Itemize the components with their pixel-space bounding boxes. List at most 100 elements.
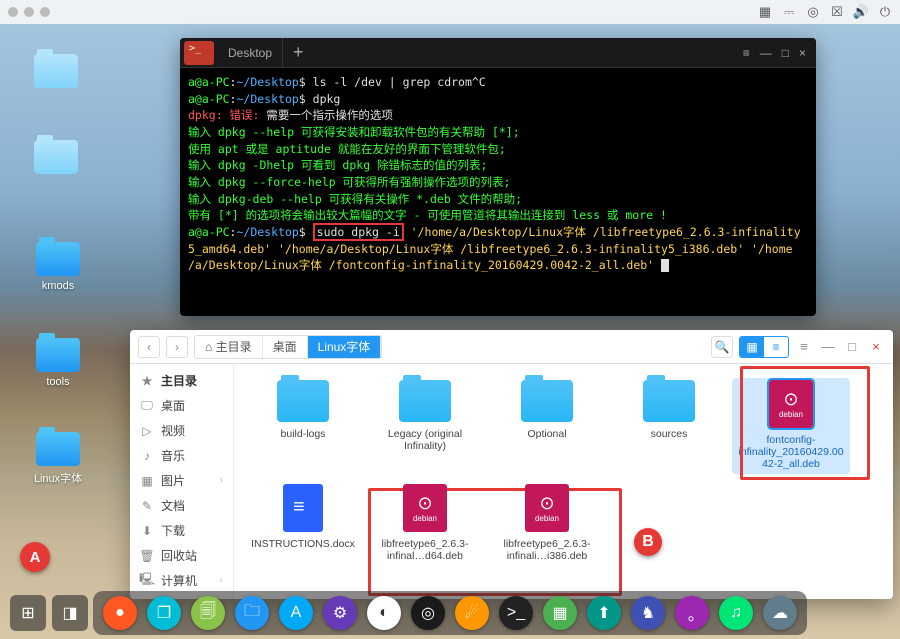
traffic-red[interactable] — [8, 7, 18, 17]
dock-app[interactable]: ❐ — [147, 596, 181, 630]
desktop-icon[interactable]: tools — [30, 338, 86, 388]
dock-app[interactable]: ▦ — [543, 596, 577, 630]
terminal-new-tab[interactable]: + — [283, 42, 314, 63]
sidebar-label: 视频 — [161, 422, 185, 439]
tray-usb-icon[interactable]: ⎓ — [782, 5, 796, 19]
traffic-yellow[interactable] — [24, 7, 34, 17]
tray: ▦ ⎓ ◎ ☒ 🔊 ⏻ — [758, 5, 892, 19]
terminal-tab[interactable]: Desktop — [218, 38, 283, 67]
terminal-menu-button[interactable]: ≡ — [743, 46, 750, 60]
sidebar-item[interactable]: ♪音乐 — [130, 443, 233, 468]
desktop-icon[interactable] — [28, 140, 84, 178]
breadcrumb-item[interactable]: 桌面 — [263, 336, 308, 358]
annotation-badge-b: B — [634, 528, 662, 556]
folder-icon — [277, 380, 329, 422]
file-item[interactable]: Optional — [488, 378, 606, 474]
nav-forward-button[interactable]: › — [166, 336, 188, 358]
sidebar-item[interactable]: ▷视频 — [130, 418, 233, 443]
fm-minimize-button[interactable]: — — [819, 338, 837, 356]
breadcrumb-item[interactable]: ⌂ 主目录 — [195, 336, 263, 358]
search-button[interactable]: 🔍 — [711, 336, 733, 358]
annotation-badge-a: A — [20, 542, 50, 572]
view-toggle: ▦ ≡ — [739, 336, 789, 358]
dock-app[interactable]: ◐ — [367, 596, 401, 630]
tray-sound-icon[interactable]: 🔊 — [854, 5, 868, 19]
file-manager-window: ‹ › ⌂ 主目录桌面Linux字体 🔍 ▦ ≡ ≡ — □ × ★主目录🖵桌面… — [130, 330, 893, 599]
desktop-icon[interactable] — [28, 54, 84, 92]
file-label: Legacy (original Infinality) — [370, 428, 480, 452]
sidebar-item[interactable]: 🖵 桌面 — [130, 393, 233, 418]
document-icon — [283, 484, 323, 532]
fm-grid[interactable]: B build-logs Legacy (original Infinality)… — [234, 364, 893, 599]
sidebar-label: 主目录 — [161, 372, 197, 389]
desktop-icon[interactable]: kmods — [30, 242, 86, 292]
sidebar-label: 文档 — [161, 497, 185, 514]
dock-app[interactable]: A — [279, 596, 313, 630]
dock-app[interactable]: ♫ — [719, 596, 753, 630]
terminal-close-button[interactable]: × — [799, 46, 806, 60]
folder-icon — [36, 242, 80, 276]
terminal-maximize-button[interactable]: □ — [782, 46, 789, 60]
sidebar-item[interactable]: ★ 主目录 — [130, 368, 233, 393]
view-list-button[interactable]: ≡ — [764, 337, 788, 357]
view-grid-button[interactable]: ▦ — [740, 337, 764, 357]
tray-grid-icon[interactable]: ▦ — [758, 5, 772, 19]
dock-app[interactable]: ☄ — [455, 596, 489, 630]
sidebar-item[interactable]: ⬇下载 — [130, 518, 233, 543]
deb-package-icon — [403, 484, 447, 532]
tray-power-icon[interactable]: ⏻ — [878, 5, 892, 19]
dock-app[interactable]: ☁ — [763, 596, 797, 630]
sidebar-icon: ▦ — [140, 474, 154, 488]
dock-app[interactable]: ⚙ — [323, 596, 357, 630]
sidebar-label: 计算机 — [161, 572, 197, 589]
terminal-tabbar: Desktop + ≡ — □ × — [180, 38, 816, 68]
dock-app[interactable]: ⬆ — [587, 596, 621, 630]
sidebar-icon: ★ — [140, 374, 154, 388]
fm-maximize-button[interactable]: □ — [843, 338, 861, 356]
launcher-apps-button[interactable]: ⊞ — [10, 595, 46, 631]
file-label: build-logs — [248, 428, 358, 440]
file-item[interactable]: Legacy (original Infinality) — [366, 378, 484, 474]
tray-target-icon[interactable]: ◎ — [806, 5, 820, 19]
folder-icon — [643, 380, 695, 422]
fm-sidebar: ★ 主目录 🖵 桌面 ▷视频♪音乐▦图片›✎文档⬇下载 🗑 回收站 🖳计算机› — [130, 364, 234, 599]
desktop-icon[interactable]: Linux字体 — [30, 432, 86, 486]
traffic-green[interactable] — [40, 7, 50, 17]
dock-app[interactable]: 🗀 — [235, 596, 269, 630]
terminal-body[interactable]: a@a-PC:~/Desktop$ ls -l /dev | grep cdro… — [180, 68, 816, 280]
fm-close-button[interactable]: × — [867, 338, 885, 356]
sidebar-item[interactable]: ▦图片› — [130, 468, 233, 493]
launcher-workspaces-button[interactable]: ◨ — [52, 595, 88, 631]
dock-app[interactable]: ● — [103, 596, 137, 630]
breadcrumb-item[interactable]: Linux字体 — [308, 336, 382, 358]
folder-icon — [36, 338, 80, 372]
dock: ● ❐ 🗐 🗀 A ⚙ ◐ ◎ ☄ >_ ▦ ⬆ ♞ ｡ ♫ ☁ — [93, 591, 807, 635]
sidebar-item[interactable]: 🖳计算机› — [130, 568, 233, 593]
dock-app[interactable]: ｡ — [675, 596, 709, 630]
dock-app[interactable]: ◎ — [411, 596, 445, 630]
sidebar-item[interactable]: 🗑 回收站 — [130, 543, 233, 568]
file-item[interactable]: sources — [610, 378, 728, 474]
sidebar-label: 回收站 — [161, 547, 197, 564]
folder-icon — [399, 380, 451, 422]
window-traffic-lights — [8, 7, 50, 17]
file-label: sources — [614, 428, 724, 440]
file-item[interactable]: INSTRUCTIONS.docx — [244, 482, 362, 578]
sidebar-icon: ⬇ — [140, 524, 154, 538]
chevron-right-icon: › — [220, 475, 223, 486]
terminal-app-icon — [184, 41, 214, 65]
sidebar-item[interactable]: ✎文档 — [130, 493, 233, 518]
dock-app[interactable]: ♞ — [631, 596, 665, 630]
fm-menu-button[interactable]: ≡ — [795, 338, 813, 356]
sidebar-label: 桌面 — [161, 397, 185, 414]
sidebar-icon: 🖵 — [140, 399, 154, 413]
dock-app[interactable]: >_ — [499, 596, 533, 630]
dock-app[interactable]: 🗐 — [191, 596, 225, 630]
terminal-minimize-button[interactable]: — — [760, 46, 772, 60]
file-item[interactable]: build-logs — [244, 378, 362, 474]
terminal-window: Desktop + ≡ — □ × a@a-PC:~/Desktop$ ls -… — [180, 38, 816, 316]
desktop-icon-label: Linux字体 — [30, 470, 86, 486]
sidebar-icon: 🗑 — [140, 549, 154, 563]
tray-toggle-icon[interactable]: ☒ — [830, 5, 844, 19]
nav-back-button[interactable]: ‹ — [138, 336, 160, 358]
